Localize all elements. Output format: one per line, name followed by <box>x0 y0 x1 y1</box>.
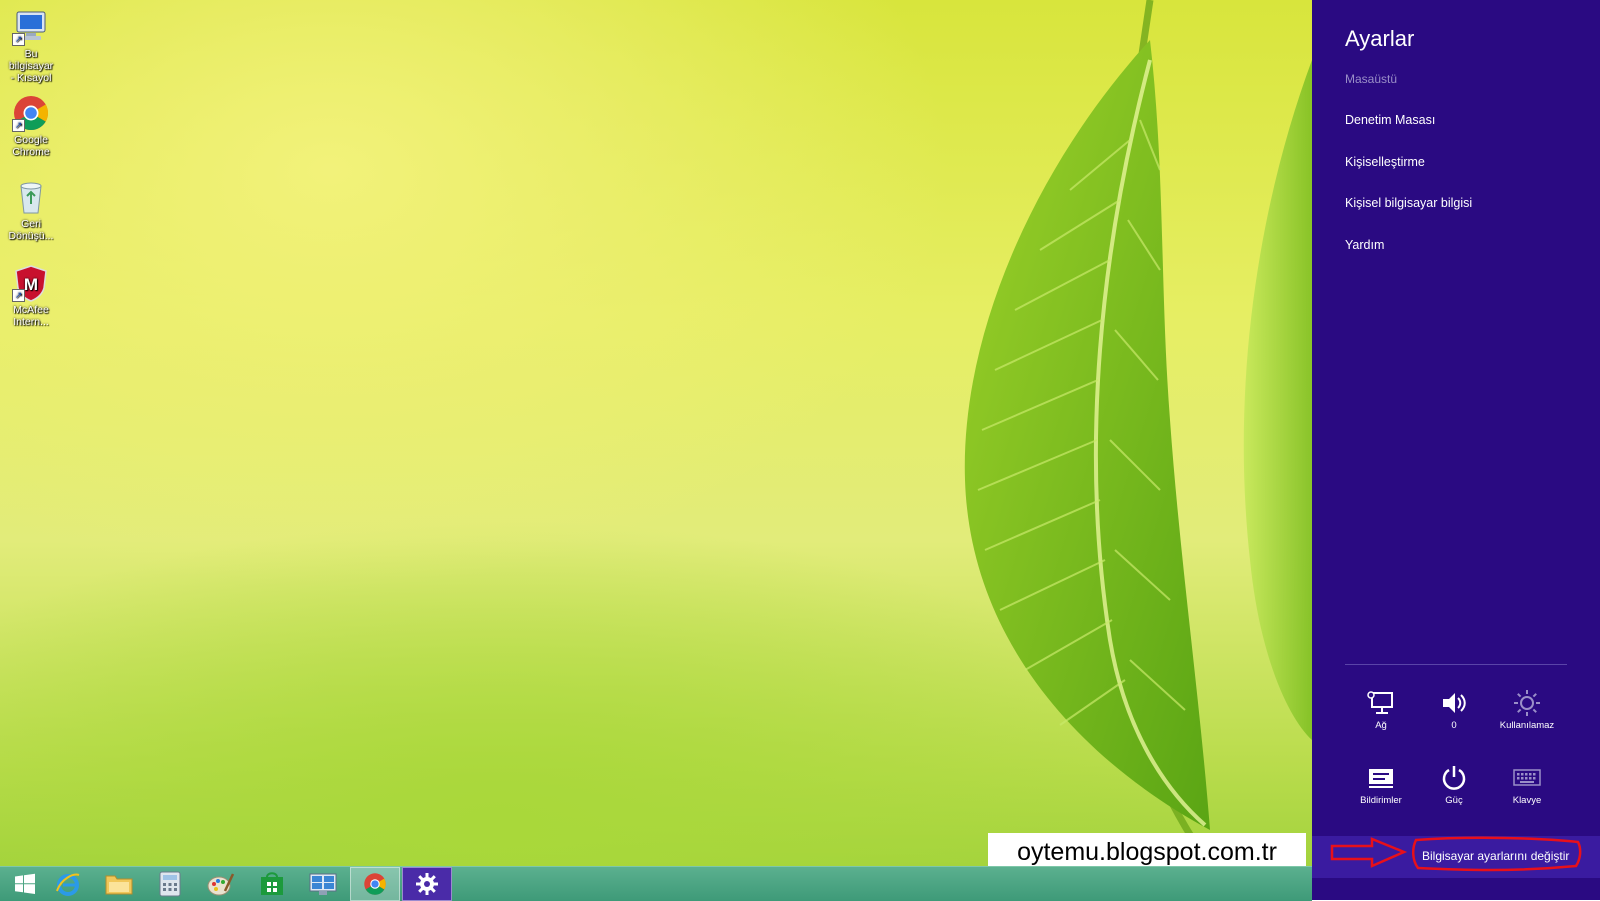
desktop-icon-mcafee[interactable]: M ↗ McAfee Intern... <box>4 264 58 328</box>
taskbar-paint[interactable] <box>196 867 246 901</box>
desktop-background: ↗ Bu bilgisayar - Kısayol ↗ Google Chrom… <box>0 0 1312 900</box>
desktop-icon-google-chrome[interactable]: ↗ Google Chrome <box>4 94 58 158</box>
red-annotation-arrow-and-box <box>1330 836 1582 872</box>
paint-icon <box>207 873 235 896</box>
taskbar-calculator[interactable] <box>145 867 195 901</box>
quick-setting-brightness[interactable]: Kullanılamaz <box>1491 688 1563 731</box>
menu-item-control-panel[interactable]: Denetim Masası <box>1345 113 1435 127</box>
store-icon <box>261 872 283 895</box>
desktop-icon-label: Bu bilgisayar - Kısayol <box>8 48 54 84</box>
desktop-icon-label: McAfee Intern... <box>13 304 49 328</box>
brightness-icon <box>1491 688 1563 718</box>
desktop-icon-label: Google Chrome <box>12 134 50 158</box>
quick-settings-divider <box>1345 664 1567 665</box>
leaf-wallpaper-graphic <box>964 0 1312 866</box>
taskbar-file-explorer[interactable] <box>94 867 144 901</box>
settings-charm-pane: Ayarlar Masaüstü Denetim Masası Kişisell… <box>1312 0 1600 900</box>
volume-icon <box>1418 688 1490 718</box>
quick-setting-label: Bildirimler <box>1360 795 1402 806</box>
taskbar-google-chrome[interactable] <box>350 867 400 901</box>
charm-title: Ayarlar <box>1345 26 1415 51</box>
remote-desktop-icon <box>309 873 337 895</box>
quick-setting-notifications[interactable]: Bildirimler <box>1345 763 1417 806</box>
internet-explorer-icon <box>56 873 80 896</box>
chrome-icon <box>364 873 386 895</box>
quick-setting-power[interactable]: Güç <box>1418 763 1490 806</box>
taskbar-store[interactable] <box>247 867 297 901</box>
quick-setting-label: 0 <box>1451 720 1457 731</box>
computer-icon: ↗ <box>12 8 50 46</box>
quick-setting-label: Kullanılamaz <box>1499 720 1555 731</box>
quick-setting-network[interactable]: Ağ <box>1345 688 1417 731</box>
menu-item-help[interactable]: Yardım <box>1345 238 1384 252</box>
settings-gear-icon <box>416 873 438 895</box>
taskbar-internet-explorer[interactable] <box>43 867 93 901</box>
recycle-bin-icon <box>12 178 50 216</box>
quick-setting-keyboard[interactable]: Klavye <box>1491 763 1563 806</box>
desktop-icon-recycle-bin[interactable]: Geri Dönüşü... <box>4 178 58 242</box>
quick-setting-volume[interactable]: 0 <box>1418 688 1490 731</box>
keyboard-icon <box>1491 763 1563 793</box>
menu-item-pc-info[interactable]: Kişisel bilgisayar bilgisi <box>1345 196 1472 210</box>
mcafee-icon: M ↗ <box>12 264 50 302</box>
quick-setting-label: Güç <box>1445 795 1463 806</box>
windows-start-icon <box>15 873 35 894</box>
chrome-icon: ↗ <box>12 94 50 132</box>
taskbar <box>0 866 1312 901</box>
svg-text:M: M <box>24 275 38 294</box>
taskbar-remote-desktop[interactable] <box>298 867 348 901</box>
network-icon <box>1345 688 1417 718</box>
menu-item-personalization[interactable]: Kişiselleştirme <box>1345 155 1425 169</box>
desktop-icon-label: Geri Dönüşü... <box>8 218 54 242</box>
charm-context-label: Masaüstü <box>1345 72 1398 86</box>
power-icon <box>1418 763 1490 793</box>
file-explorer-icon <box>105 875 133 895</box>
quick-setting-label: Ağ <box>1375 720 1387 731</box>
desktop-icon-this-pc-shortcut[interactable]: ↗ Bu bilgisayar - Kısayol <box>4 8 58 84</box>
calculator-icon <box>159 871 181 897</box>
quick-setting-label: Klavye <box>1512 795 1542 806</box>
notifications-icon <box>1345 763 1417 793</box>
taskbar-settings[interactable] <box>402 867 452 901</box>
